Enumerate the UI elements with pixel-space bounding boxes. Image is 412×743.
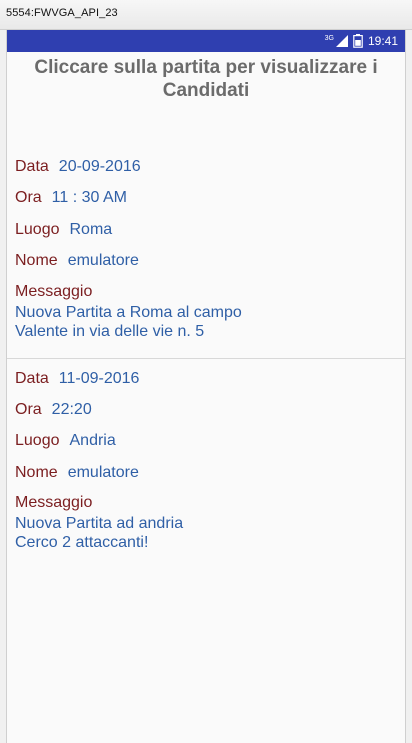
- location-value: Andria: [69, 432, 116, 449]
- window-titlebar: 5554:FWVGA_API_23: [0, 0, 412, 30]
- message-text: Nuova Partita a Roma al campo Valente in…: [15, 304, 242, 340]
- device-screen: 3G 19:41 Cliccare sulla partita per visu…: [6, 30, 406, 743]
- name-label: Nome: [15, 252, 58, 269]
- network-signal-icon: 3G: [325, 35, 348, 47]
- emulator-frame: 5554:FWVGA_API_23 3G 19:41 Cliccare sull…: [0, 0, 412, 743]
- page-title: Cliccare sulla partita per visualizzare …: [34, 57, 378, 101]
- match-location-row: Luogo Andria: [15, 431, 116, 450]
- match-name-row: Nome emulatore: [15, 463, 139, 482]
- match-location-row: Luogo Roma: [15, 220, 112, 239]
- date-label: Data: [15, 158, 49, 175]
- time-value: 11 : 30 AM: [51, 189, 127, 206]
- match-item[interactable]: Data 20-09-2016 Ora 11 : 30 AM Luogo Rom…: [7, 147, 405, 358]
- battery-icon: [353, 34, 363, 48]
- match-name-row: Nome emulatore: [15, 251, 139, 270]
- match-date-row: Data 20-09-2016: [15, 157, 141, 176]
- android-status-bar: 3G 19:41: [7, 30, 405, 52]
- match-time-row: Ora 11 : 30 AM: [15, 188, 127, 207]
- date-label: Data: [15, 370, 49, 387]
- match-date-row: Data 11-09-2016: [15, 369, 139, 388]
- status-time: 19:41: [367, 34, 398, 48]
- name-value: emulatore: [67, 464, 139, 481]
- match-message-block: Messaggio Nuova Partita ad andria Cerco …: [15, 494, 395, 552]
- location-value: Roma: [69, 221, 113, 238]
- network-type: 3G: [324, 35, 334, 42]
- location-label: Luogo: [15, 432, 60, 449]
- app-content: Cliccare sulla partita per visualizzare …: [7, 52, 405, 743]
- name-label: Nome: [15, 464, 58, 481]
- message-label: Messaggio: [15, 283, 93, 300]
- location-label: Luogo: [15, 221, 60, 238]
- time-label: Ora: [15, 401, 42, 418]
- time-label: Ora: [15, 189, 42, 206]
- message-text: Nuova Partita ad andria Cerco 2 attaccan…: [15, 515, 184, 551]
- date-value: 11-09-2016: [58, 370, 140, 387]
- status-icons: 3G 19:41: [325, 33, 398, 49]
- match-item[interactable]: Data 11-09-2016 Ora 22:20 Luogo Andria N…: [7, 358, 405, 588]
- date-value: 20-09-2016: [58, 158, 141, 175]
- signal-icon: [335, 35, 348, 47]
- window-title: 5554:FWVGA_API_23: [6, 7, 118, 19]
- match-time-row: Ora 22:20: [15, 400, 92, 419]
- time-value: 22:20: [51, 401, 92, 418]
- match-message-block: Messaggio Nuova Partita a Roma al campo …: [15, 283, 395, 341]
- message-label: Messaggio: [15, 494, 93, 511]
- name-value: emulatore: [67, 252, 139, 269]
